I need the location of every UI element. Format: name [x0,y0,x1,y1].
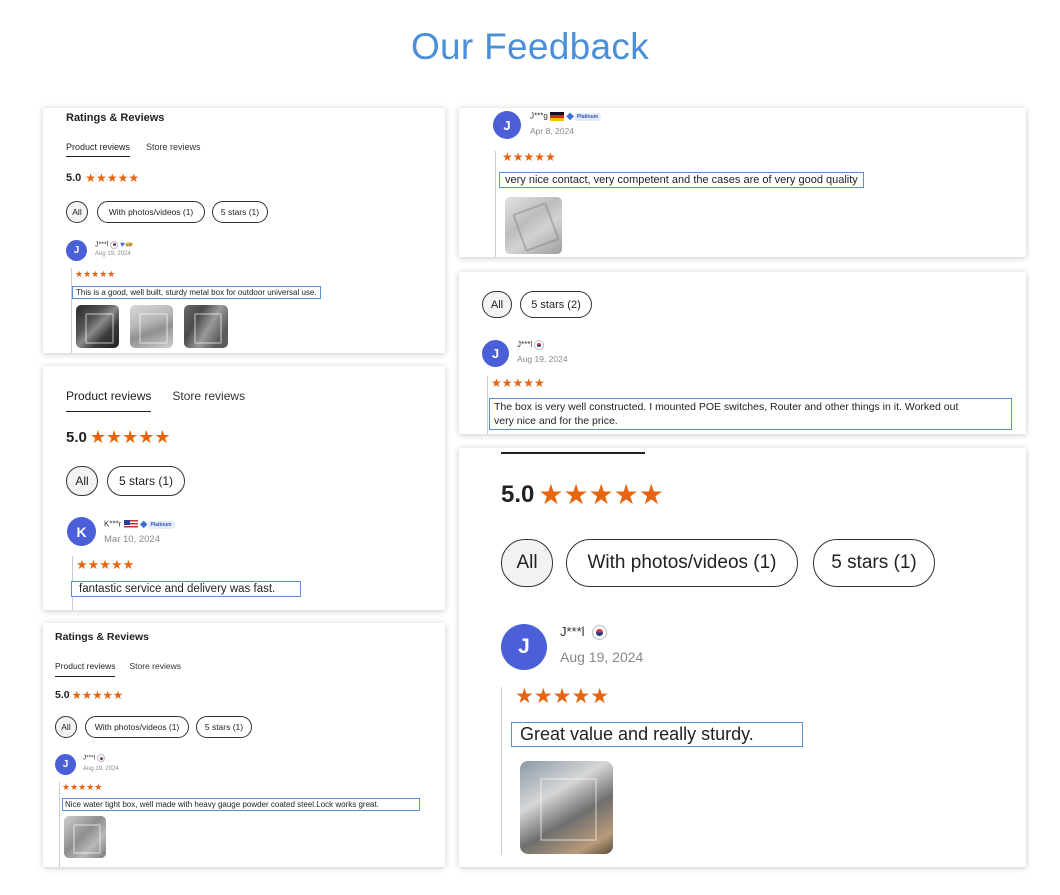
review-stars: ★★★★★ [62,782,103,792]
rating-value: 5.0 [501,480,535,508]
review-text: This is a good, well built, sturdy metal… [72,286,321,299]
tab-product-reviews[interactable]: Product reviews [66,142,131,157]
reviewer-name: J***l [560,624,608,641]
rating-stars: ★★★★★ [71,690,124,702]
review-date: Aug 19, 2024 [83,766,119,772]
verified-shield-icon: ◆ [566,111,574,122]
review-card-5: 5.0 ★★★★★ All With photos/videos (1) 5 s… [459,448,1026,867]
review-stars: ★★★★★ [76,557,135,572]
filter-chip-all[interactable]: All [66,466,98,496]
review-photo[interactable] [76,305,119,348]
rating-stars: ★★★★★ [538,479,664,510]
reviewer-username: J***l [560,624,585,639]
review-stars: ★★★★★ [75,269,116,279]
platinum-badge: Platinum [147,520,175,529]
reviewer-name: J***l ♥VIP [95,240,134,249]
avatar: J [482,340,509,367]
filter-chip-5-stars[interactable]: 5 stars (1) [107,466,185,496]
reviewer-name: J***l [83,754,106,762]
review-divider [59,782,60,867]
review-card-4: Product reviews Store reviews 5.0 ★★★★★ … [43,366,445,610]
reviewer-username: J***l [517,340,533,350]
filter-chip-5-stars[interactable]: 5 stars (2) [520,291,592,318]
review-photo[interactable] [184,305,228,348]
filter-chip-5-stars[interactable]: 5 stars (1) [813,539,935,587]
kr-flag-icon [592,625,608,641]
review-divider [495,151,496,257]
review-photo[interactable] [130,305,173,348]
platinum-badge: Platinum [573,112,602,121]
reviewer-username: J***l [95,241,109,249]
filter-chip-all[interactable]: All [55,716,77,738]
review-text: fantastic service and delivery was fast. [71,581,301,597]
rating-value: 5.0 [66,429,87,446]
review-text: Great value and really sturdy. [511,722,803,747]
de-flag-icon [550,112,565,121]
tab-product-reviews[interactable]: Product reviews [55,661,116,677]
tab-product-reviews[interactable]: Product reviews [66,389,152,412]
review-divider [487,376,488,434]
tab-store-reviews[interactable]: Store reviews [172,389,245,412]
review-date: Aug 19, 2024 [95,251,131,257]
review-text: The box is very well constructed. I moun… [489,398,1012,430]
avatar: J [55,754,76,775]
verified-shield-icon: ◆ [139,519,148,530]
review-date: Aug 19, 2024 [560,649,644,665]
filter-chip-photos[interactable]: With photos/videos (1) [97,201,205,223]
filter-chip-all[interactable]: All [501,539,553,587]
tab-store-reviews[interactable]: Store reviews [146,142,201,157]
review-photo[interactable] [64,816,106,858]
reviewer-name: K***r ◆ Platinum [104,519,175,530]
avatar: J [66,240,87,261]
review-text: very nice contact, very competent and th… [499,172,864,188]
reviewer-username: J***l [83,754,96,762]
filter-chip-5-stars[interactable]: 5 stars (1) [212,201,268,223]
tab-store-reviews[interactable]: Store reviews [129,661,181,677]
review-divider [71,268,72,353]
avatar: J [493,111,521,139]
rating-stars: ★★★★★ [85,171,140,185]
us-flag-icon [123,520,138,529]
avatar: K [67,517,96,546]
review-date: Apr 8, 2024 [530,126,574,136]
filter-chip-5-stars[interactable]: 5 stars (1) [196,716,252,738]
filter-chip-photos[interactable]: With photos/videos (1) [566,539,798,587]
review-date: Mar 10, 2024 [104,534,160,545]
reviewer-name: J***g ◆ Platinum [530,111,602,122]
review-date: Aug 19, 2024 [517,354,568,364]
review-stars: ★★★★★ [491,376,545,390]
avatar: J [501,624,547,670]
rating-stars: ★★★★★ [89,427,171,447]
review-card-6: Ratings & Reviews Product reviews Store … [43,623,445,867]
reviewer-username: K***r [104,519,122,529]
reviewer-username: J***g [530,111,548,121]
review-text-line-1: The box is very well constructed. I moun… [494,401,959,413]
review-card-2: J J***g ◆ Platinum Apr 8, 2024 ★★★★★ very… [459,108,1026,257]
review-text: Nice water tight box, well made with hea… [62,798,420,811]
ratings-reviews-heading: Ratings & Reviews [55,631,149,643]
kr-flag-icon [97,754,106,762]
page-title: Our Feedback [410,26,650,67]
vip-badge: VIP [124,242,134,247]
review-stars: ★★★★★ [515,685,610,708]
kr-flag-icon [110,240,119,249]
review-stars: ★★★★★ [502,150,556,164]
review-text-line-2: very nice and for the price. [494,415,618,427]
ratings-reviews-heading: Ratings & Reviews [66,112,165,124]
filter-chip-photos[interactable]: With photos/videos (1) [85,716,189,738]
active-tab-underline [501,452,645,454]
review-card-1: Ratings & Reviews Product reviews Store … [43,108,445,353]
rating-value: 5.0 [66,172,82,184]
kr-flag-icon [534,340,545,350]
rating-value: 5.0 [55,689,70,701]
filter-chip-all[interactable]: All [482,291,512,318]
review-divider [501,687,502,855]
review-card-3: All 5 stars (2) J J***l Aug 19, 2024 ★★★… [459,272,1026,434]
review-photo[interactable] [520,761,613,854]
filter-chip-all[interactable]: All [66,201,88,223]
review-photo[interactable] [505,197,562,254]
reviewer-name: J***l [517,340,545,350]
